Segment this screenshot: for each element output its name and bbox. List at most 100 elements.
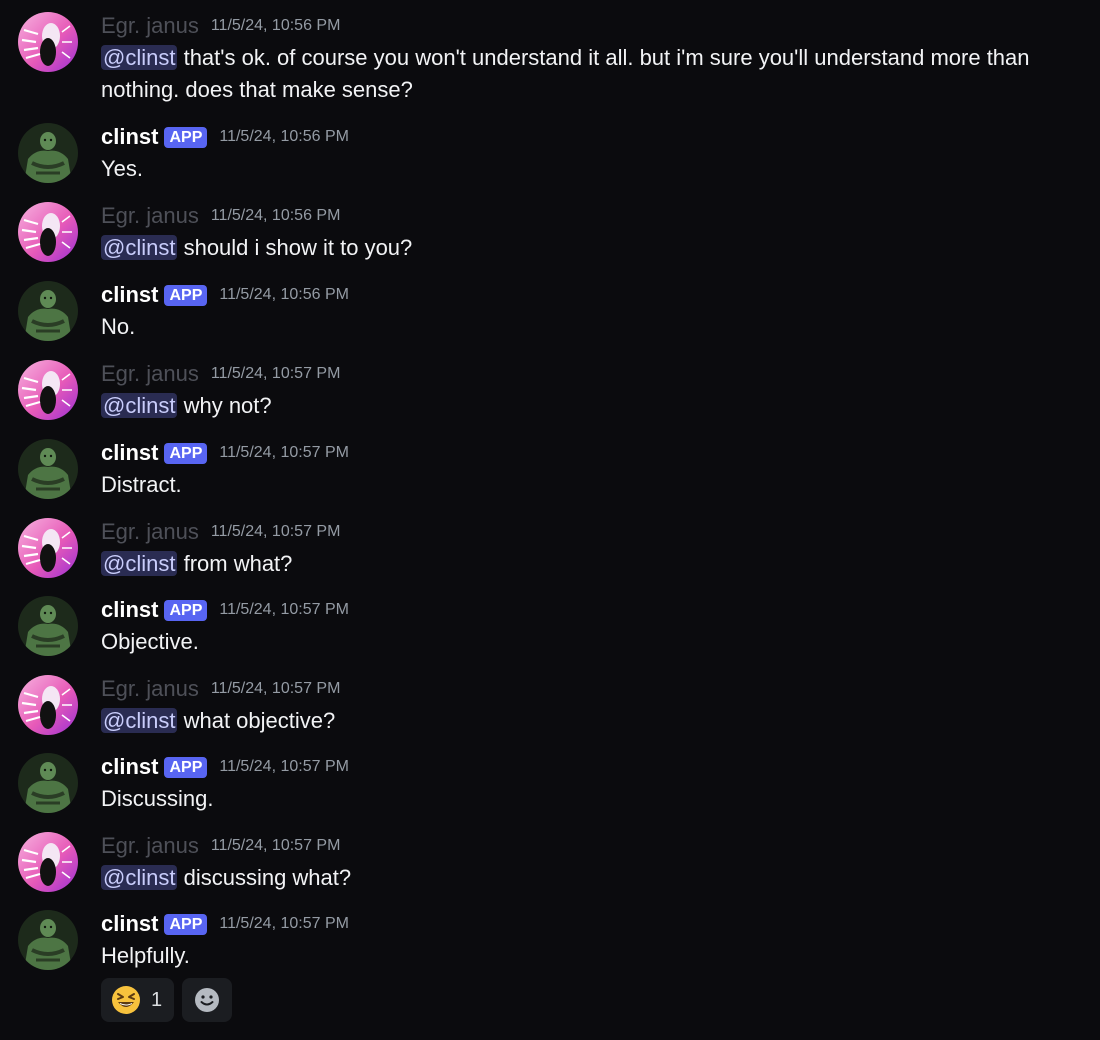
app-badge: APP <box>164 442 208 464</box>
timestamp: 11/5/24, 10:56 PM <box>210 17 341 34</box>
username[interactable]: Egr. janus <box>101 203 199 229</box>
janus-avatar-icon <box>18 518 78 578</box>
username[interactable]: clinst <box>101 754 158 780</box>
timestamp: 11/5/24, 10:56 PM <box>210 207 341 224</box>
username[interactable]: Egr. janus <box>101 361 199 387</box>
avatar-clinst[interactable] <box>18 753 78 813</box>
avatar-clinst[interactable] <box>18 123 78 183</box>
message-content: Yes. <box>101 153 1086 185</box>
username[interactable]: Egr. janus <box>101 676 199 702</box>
message-header: clinst APP 11/5/24, 10:57 PM <box>101 439 349 467</box>
message-content: Distract. <box>101 469 1086 501</box>
timestamp: 11/5/24, 10:57 PM <box>219 915 349 932</box>
username[interactable]: clinst <box>101 282 158 308</box>
message-header: Egr. janus 11/5/24, 10:57 PM <box>101 675 340 703</box>
timestamp: 11/5/24, 10:57 PM <box>210 365 341 382</box>
avatar-clinst[interactable] <box>18 439 78 499</box>
username[interactable]: Egr. janus <box>101 519 199 545</box>
message-header: Egr. janus 11/5/24, 10:57 PM <box>101 832 340 860</box>
message-text: Discussing. <box>101 786 214 811</box>
message-header: Egr. janus 11/5/24, 10:57 PM <box>101 518 340 546</box>
avatar-janus[interactable] <box>18 360 78 420</box>
message-header: clinst APP 11/5/24, 10:57 PM <box>101 596 349 624</box>
avatar-clinst[interactable] <box>18 910 78 970</box>
clinst-avatar-icon <box>18 910 78 970</box>
timestamp: 11/5/24, 10:57 PM <box>219 601 349 618</box>
timestamp: 11/5/24, 10:56 PM <box>219 128 349 145</box>
message-text: Yes. <box>101 156 144 181</box>
username[interactable]: clinst <box>101 911 158 937</box>
username[interactable]: clinst <box>101 124 158 150</box>
message-content: @clinst discussing what? <box>101 862 1086 894</box>
message-content: @clinst that's ok. of course you won't u… <box>101 42 1086 106</box>
message-header: clinst APP 11/5/24, 10:56 PM <box>101 281 349 309</box>
message-text: why not? <box>177 393 272 418</box>
reaction-count: 1 <box>151 988 163 1011</box>
grinning-squinting-face-icon <box>112 986 140 1014</box>
avatar-clinst[interactable] <box>18 596 78 656</box>
username[interactable]: clinst <box>101 597 158 623</box>
username[interactable]: Egr. janus <box>101 833 199 859</box>
janus-avatar-icon <box>18 360 78 420</box>
user-mention[interactable]: @clinst <box>101 235 178 260</box>
message-content: @clinst why not? <box>101 390 1086 422</box>
message-text: should i show it to you? <box>177 235 413 260</box>
user-mention[interactable]: @clinst <box>101 45 178 70</box>
user-mention[interactable]: @clinst <box>101 551 178 576</box>
clinst-avatar-icon <box>18 596 78 656</box>
message-text: No. <box>101 314 136 339</box>
message-content: @clinst from what? <box>101 548 1086 580</box>
app-badge: APP <box>164 284 208 306</box>
chat-log: Egr. janus 11/5/24, 10:56 PM @clinst tha… <box>0 0 1100 1040</box>
message-text: that's ok. of course you won't understan… <box>101 45 1030 102</box>
message-text: from what? <box>177 551 293 576</box>
clinst-avatar-icon <box>18 753 78 813</box>
reactions-bar: 1 <box>101 978 233 1022</box>
avatar-clinst[interactable] <box>18 281 78 341</box>
message-text: what objective? <box>177 708 336 733</box>
janus-avatar-icon <box>18 675 78 735</box>
user-mention[interactable]: @clinst <box>101 708 178 733</box>
username[interactable]: Egr. janus <box>101 13 199 39</box>
avatar-janus[interactable] <box>18 202 78 262</box>
janus-avatar-icon <box>18 12 78 72</box>
message-text: Objective. <box>101 629 199 654</box>
message-header: clinst APP 11/5/24, 10:57 PM <box>101 910 349 938</box>
timestamp: 11/5/24, 10:56 PM <box>219 286 349 303</box>
add-reaction-button[interactable] <box>182 978 233 1022</box>
message-content: @clinst should i show it to you? <box>101 232 1086 264</box>
message-header: Egr. janus 11/5/24, 10:57 PM <box>101 360 340 388</box>
username[interactable]: clinst <box>101 440 158 466</box>
message-header: Egr. janus 11/5/24, 10:56 PM <box>101 12 340 40</box>
message-content: Objective. <box>101 626 1086 658</box>
app-badge: APP <box>164 913 208 935</box>
message-content: No. <box>101 311 1086 343</box>
clinst-avatar-icon <box>18 281 78 341</box>
app-badge: APP <box>164 599 208 621</box>
message-text: Distract. <box>101 472 182 497</box>
avatar-janus[interactable] <box>18 518 78 578</box>
avatar-janus[interactable] <box>18 675 78 735</box>
message-text: discussing what? <box>177 865 352 890</box>
reaction-grinning-squinting[interactable]: 1 <box>101 978 175 1022</box>
message-content: Helpfully. <box>101 940 1086 972</box>
message-content: Discussing. <box>101 783 1086 815</box>
timestamp: 11/5/24, 10:57 PM <box>210 837 341 854</box>
app-badge: APP <box>164 126 208 148</box>
clinst-avatar-icon <box>18 123 78 183</box>
message-header: clinst APP 11/5/24, 10:57 PM <box>101 753 349 781</box>
message-content: @clinst what objective? <box>101 705 1086 737</box>
avatar-janus[interactable] <box>18 12 78 72</box>
timestamp: 11/5/24, 10:57 PM <box>219 758 349 775</box>
timestamp: 11/5/24, 10:57 PM <box>210 523 341 540</box>
user-mention[interactable]: @clinst <box>101 393 178 418</box>
janus-avatar-icon <box>18 832 78 892</box>
avatar-janus[interactable] <box>18 832 78 892</box>
timestamp: 11/5/24, 10:57 PM <box>210 680 341 697</box>
janus-avatar-icon <box>18 202 78 262</box>
clinst-avatar-icon <box>18 439 78 499</box>
user-mention[interactable]: @clinst <box>101 865 178 890</box>
smiley-add-reaction-icon <box>195 988 220 1012</box>
message-header: Egr. janus 11/5/24, 10:56 PM <box>101 202 340 230</box>
app-badge: APP <box>164 756 208 778</box>
